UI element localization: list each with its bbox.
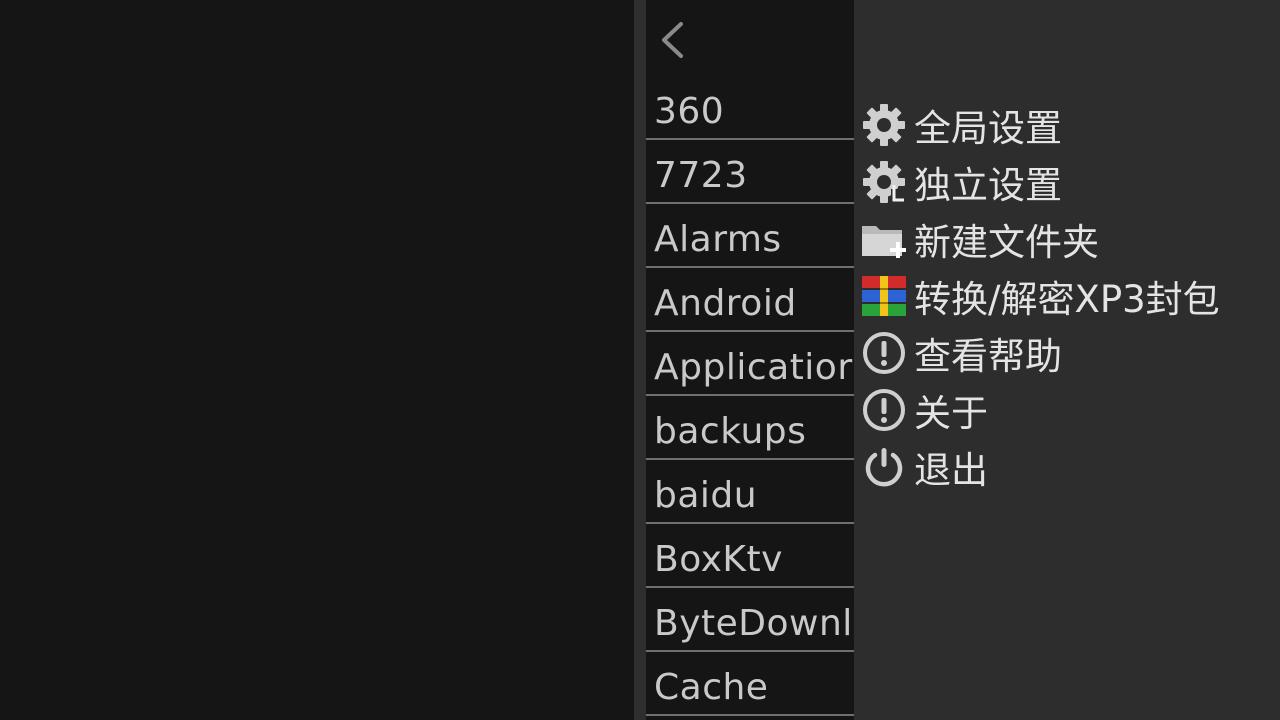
info-icon xyxy=(860,386,908,434)
menu-item-label: 全局设置 xyxy=(914,106,1062,150)
file-item-label: BoxKtv xyxy=(654,539,783,580)
file-list-item[interactable]: Applicatior xyxy=(646,332,854,396)
file-browser-panel: 360 7723 Alarms Android Applicatior back… xyxy=(646,0,854,720)
gear-icon xyxy=(860,101,908,149)
file-list-item[interactable]: BoxKtv xyxy=(646,524,854,588)
menu-item-label: 退出 xyxy=(914,448,988,492)
file-item-label: 360 xyxy=(654,91,725,132)
file-list-item[interactable]: Alarms xyxy=(646,204,854,268)
file-item-label: 7723 xyxy=(654,155,748,196)
power-icon xyxy=(860,443,908,491)
file-list-item[interactable]: backups xyxy=(646,396,854,460)
back-button[interactable] xyxy=(646,0,854,76)
menu-item-label: 查看帮助 xyxy=(914,334,1062,378)
options-menu: 全局设置 独立设置 新建文件夹 转换/解密XP3封包 查看帮助 关于 退出 xyxy=(860,96,1270,495)
app-screen: 360 7723 Alarms Android Applicatior back… xyxy=(0,0,1280,720)
archive-icon xyxy=(860,272,908,320)
menu-item-exit[interactable]: 退出 xyxy=(860,438,1270,495)
menu-item-label: 新建文件夹 xyxy=(914,220,1099,264)
file-list-item[interactable]: baidu xyxy=(646,460,854,524)
file-item-label: backups xyxy=(654,411,807,452)
chevron-left-icon xyxy=(662,22,683,58)
file-list-item[interactable]: 7723 xyxy=(646,140,854,204)
menu-item-about[interactable]: 关于 xyxy=(860,381,1270,438)
file-list: 360 7723 Alarms Android Applicatior back… xyxy=(646,76,854,716)
file-list-item[interactable]: Cache xyxy=(646,652,854,716)
options-menu-panel: 全局设置 独立设置 新建文件夹 转换/解密XP3封包 查看帮助 关于 退出 xyxy=(854,0,1280,720)
menu-item-convert-xp3[interactable]: 转换/解密XP3封包 xyxy=(860,267,1270,324)
file-item-label: ByteDownl xyxy=(654,603,853,644)
file-list-item[interactable]: Android xyxy=(646,268,854,332)
gear-user-icon xyxy=(860,158,908,206)
file-item-label: Cache xyxy=(654,667,769,708)
menu-item-label: 独立设置 xyxy=(914,163,1062,207)
menu-item-help[interactable]: 查看帮助 xyxy=(860,324,1270,381)
menu-item-individual-settings[interactable]: 独立设置 xyxy=(860,153,1270,210)
file-list-item[interactable]: ByteDownl xyxy=(646,588,854,652)
menu-item-new-folder[interactable]: 新建文件夹 xyxy=(860,210,1270,267)
file-item-label: Alarms xyxy=(654,219,782,260)
menu-item-label: 关于 xyxy=(914,391,988,435)
file-item-label: baidu xyxy=(654,475,758,516)
panel-divider xyxy=(634,0,646,720)
menu-item-global-settings[interactable]: 全局设置 xyxy=(860,96,1270,153)
file-list-item[interactable]: 360 xyxy=(646,76,854,140)
empty-content-area xyxy=(0,0,634,720)
info-icon xyxy=(860,329,908,377)
file-item-label: Android xyxy=(654,283,797,324)
file-item-label: Applicatior xyxy=(654,347,853,388)
menu-item-label: 转换/解密XP3封包 xyxy=(914,277,1220,321)
folder-add-icon xyxy=(860,215,908,263)
